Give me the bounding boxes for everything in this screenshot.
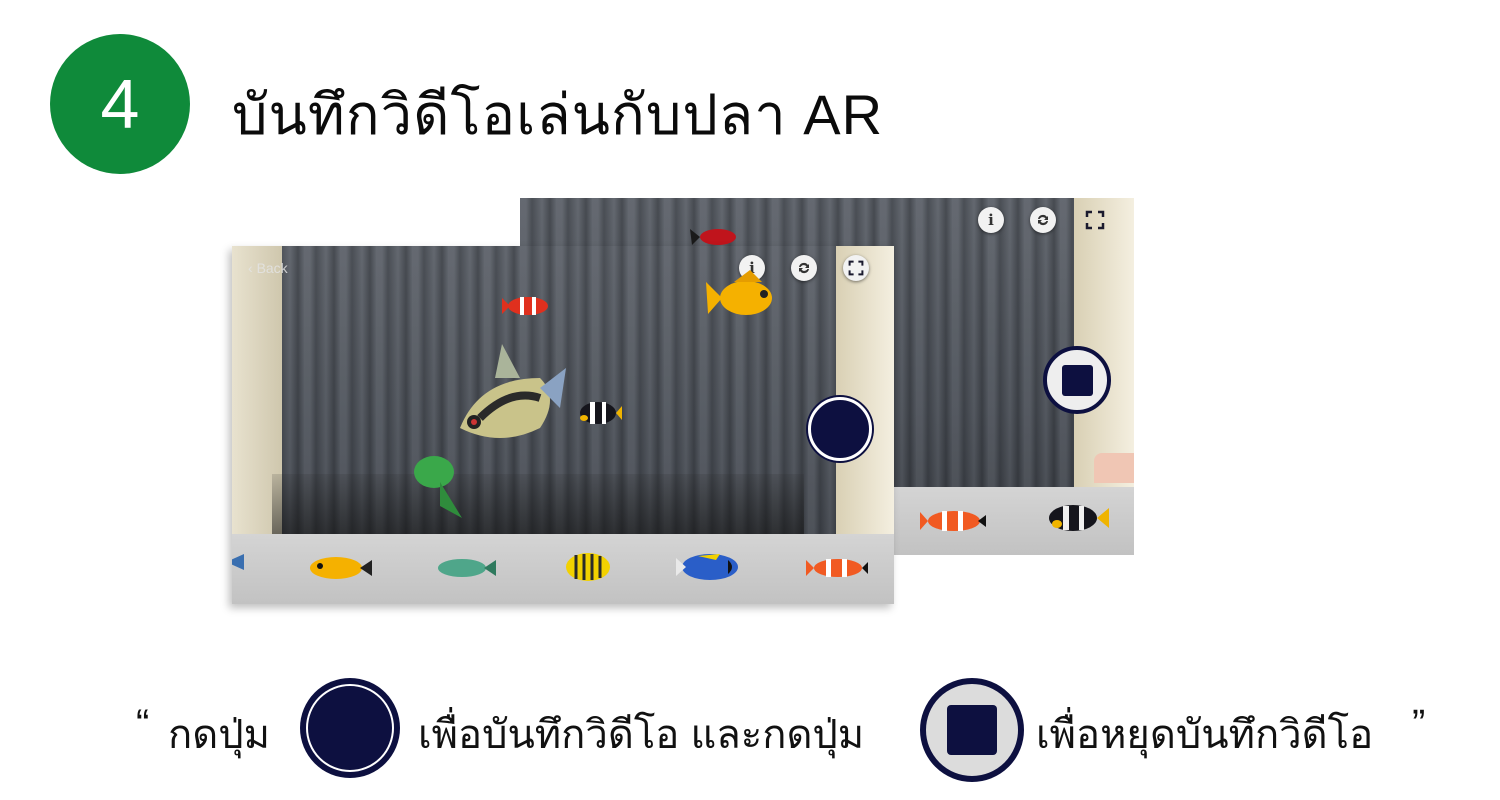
tray-fish-yellow-damselfish[interactable] bbox=[306, 552, 372, 584]
back-link[interactable]: ‹ Back bbox=[248, 260, 288, 276]
switch-camera-icon[interactable] bbox=[1030, 207, 1056, 233]
tray-fish-blue[interactable] bbox=[232, 550, 250, 574]
fullscreen-icon[interactable] bbox=[1082, 207, 1108, 233]
page-title: บันทึกวิดีโอเล่นกับปลา AR bbox=[232, 83, 884, 146]
glass-table bbox=[272, 474, 804, 534]
ar-fish-yellow bbox=[706, 270, 772, 315]
back-label: Back bbox=[256, 260, 288, 276]
open-quote: “ bbox=[136, 702, 150, 746]
caption-part-stop: เพื่อหยุดบันทึกวิดีโอ bbox=[1036, 713, 1374, 757]
fullscreen-icon[interactable] bbox=[843, 255, 869, 281]
step-number-badge: 4 bbox=[50, 34, 190, 174]
info-icon[interactable]: i bbox=[978, 207, 1004, 233]
record-button-illustration bbox=[300, 678, 400, 778]
tray-fish-blue-tang[interactable] bbox=[676, 550, 746, 584]
stop-button[interactable] bbox=[1043, 346, 1111, 414]
tray-fish-clownfish[interactable] bbox=[806, 554, 868, 582]
caption-part-record: เพื่อบันทึกวิดีโอ และกดปุ่ม bbox=[418, 713, 865, 757]
ar-fish-clown-small bbox=[502, 297, 548, 315]
switch-camera-icon[interactable] bbox=[791, 255, 817, 281]
chevron-left-icon: ‹ bbox=[248, 260, 257, 276]
tray-fish-black-clownfish[interactable] bbox=[1045, 500, 1109, 536]
instruction-caption: “ กดปุ่ม เพื่อบันทึกวิดีโอ และกดปุ่ม เพื… bbox=[0, 672, 1500, 782]
tray-fish-green-wrasse[interactable] bbox=[434, 554, 496, 582]
stop-button-illustration bbox=[920, 678, 1024, 782]
tray-fish-clownfish[interactable] bbox=[920, 506, 986, 536]
ar-fish-green bbox=[414, 456, 462, 518]
ar-fish-clown-mid bbox=[580, 402, 622, 424]
tray-fish-yellow-butterflyfish[interactable] bbox=[562, 550, 614, 584]
record-button[interactable] bbox=[808, 397, 872, 461]
red-fish-top bbox=[690, 229, 736, 245]
furniture-corner bbox=[1094, 453, 1134, 483]
screenshot-idle: ‹ Back i bbox=[232, 246, 894, 604]
caption-part-press: กดปุ่ม bbox=[168, 713, 270, 757]
close-quote: ” bbox=[1412, 702, 1426, 746]
